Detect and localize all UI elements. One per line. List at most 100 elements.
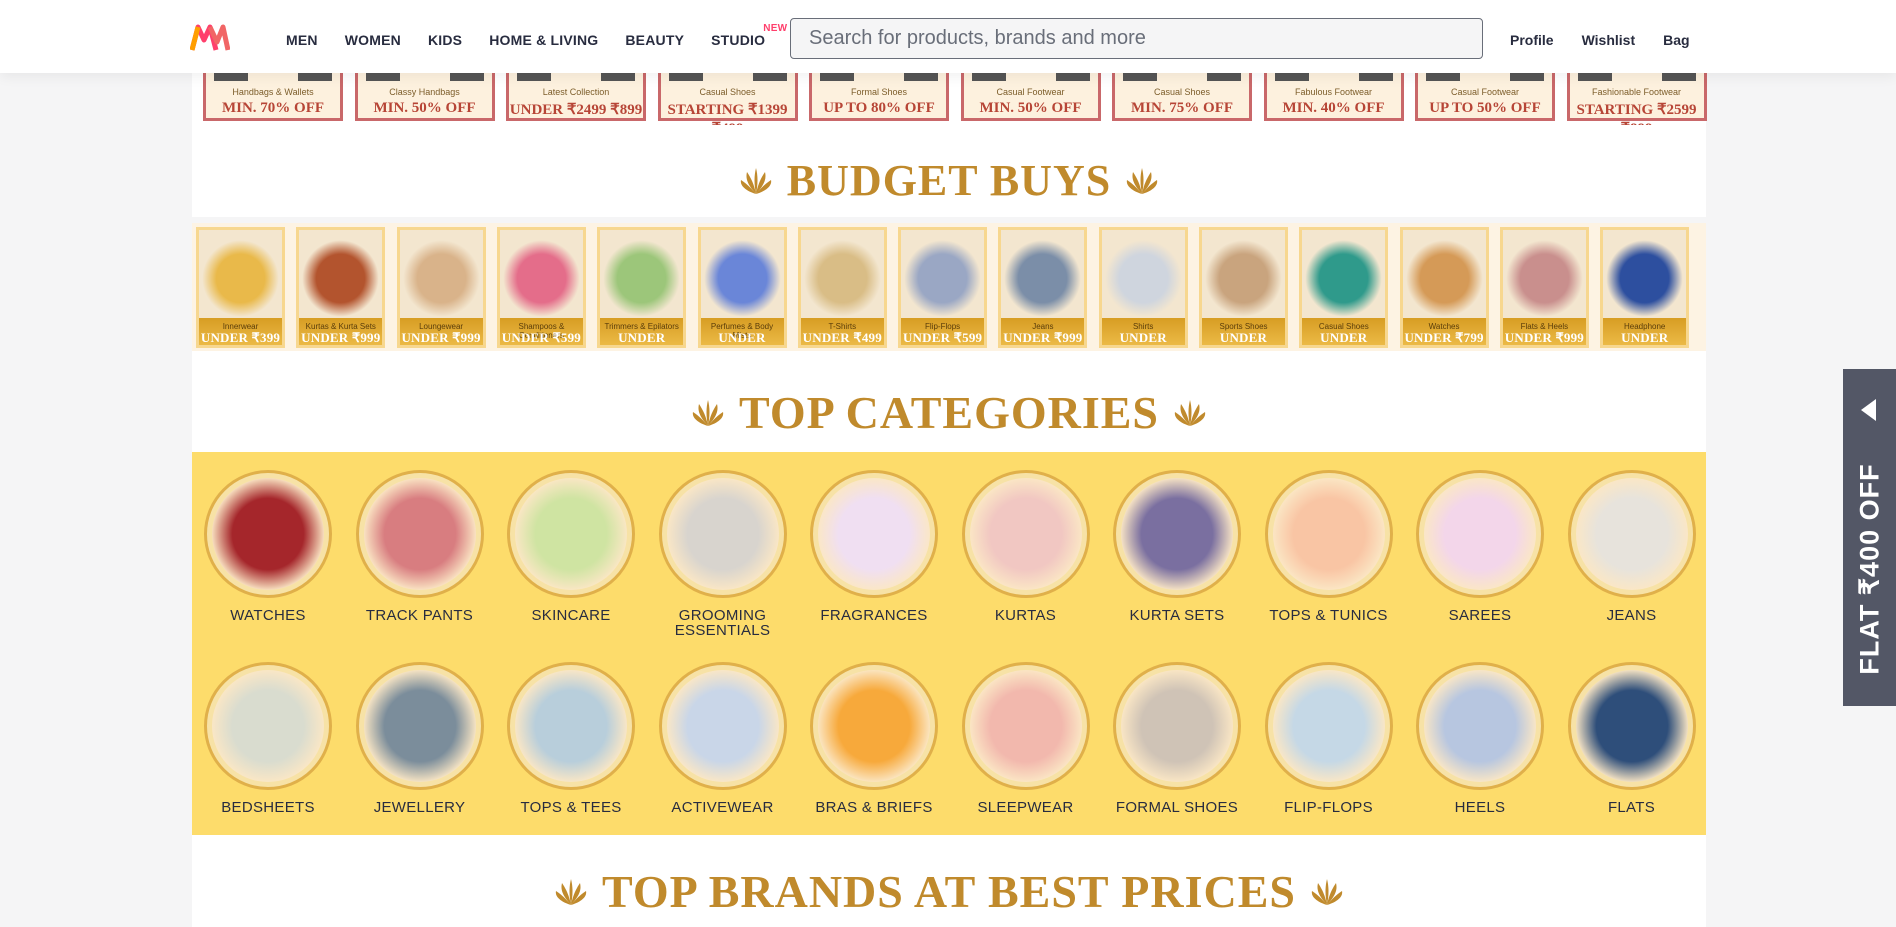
budget-buy-tile[interactable]: Shampoos & Conditioners UNDER ₹599 — [496, 227, 586, 348]
offer-card[interactable]: Handbags & Wallets MIN. 70% OFF — [203, 73, 343, 121]
category-tile[interactable]: FLATS — [1567, 662, 1697, 815]
category-tile[interactable]: TOPS & TUNICS — [1264, 470, 1394, 623]
category-tile[interactable]: SLEEPWEAR — [961, 662, 1091, 815]
category-tile[interactable]: KURTA SETS — [1112, 470, 1242, 623]
offer-caption: Fabulous Footwear — [1294, 87, 1373, 97]
category-tile[interactable]: TRACK PANTS — [355, 470, 485, 623]
category-image — [1121, 478, 1233, 590]
budget-buy-tile[interactable]: Perfumes & Body MistsUNDER ₹1999 — [697, 227, 787, 348]
offer-deal: MIN. 75% OFF — [1130, 100, 1234, 116]
nav-kids[interactable]: KIDS — [428, 32, 462, 48]
offer-deal: MIN. 50% OFF — [979, 100, 1082, 116]
nav-women[interactable]: WOMEN — [345, 32, 401, 48]
budget-buy-tile[interactable]: Flip-Flops UNDER ₹599 — [898, 227, 988, 348]
offer-card[interactable]: Casual ShoesSTARTING ₹1399 ₹499 — [657, 73, 798, 137]
offer-deal: MIN. 40% OFF — [1282, 100, 1385, 116]
category-tile[interactable]: KURTAS — [961, 470, 1091, 623]
nav-home-living[interactable]: HOME & LIVING — [489, 32, 598, 48]
category-tile[interactable]: JEWELLERY — [355, 662, 485, 815]
category-tile[interactable]: SAREES — [1415, 470, 1545, 623]
offer-card[interactable]: Fabulous Footwear MIN. 40% OFF — [1263, 73, 1404, 121]
flourish-icon — [740, 167, 771, 194]
budget-buy-tile[interactable]: Casual ShoesUNDER ₹1599 — [1299, 227, 1389, 348]
search-input[interactable] — [790, 18, 1483, 59]
nav-studio[interactable]: STUDIO NEW — [711, 23, 787, 48]
category-name: JEWELLERY — [373, 799, 466, 816]
category-image — [1424, 670, 1536, 782]
wishlist-link[interactable]: Wishlist — [1582, 32, 1636, 48]
category-tile[interactable]: WATCHES — [203, 470, 333, 623]
tile-price: UNDER ₹799 — [1404, 330, 1484, 345]
category-image — [363, 478, 476, 590]
brand-logo — [820, 73, 854, 81]
offer-card[interactable]: Casual Footwear MIN. 50% OFF — [960, 73, 1101, 121]
budget-buy-tile[interactable]: Jeans UNDER ₹999 — [998, 227, 1088, 348]
category-tile[interactable]: FLIP-FLOPS — [1264, 662, 1394, 815]
category-image — [1272, 670, 1385, 782]
brand-logo — [1661, 73, 1696, 81]
top-categories-header: TOP CATEGORIES — [192, 351, 1706, 452]
budget-buy-tile[interactable]: Sports ShoesUNDER ₹2499 — [1199, 227, 1288, 348]
category-tile[interactable]: BEDSHEETS — [203, 662, 333, 815]
budget-buy-tile[interactable]: ShirtsUNDER ₹1299 — [1098, 227, 1188, 348]
category-tile[interactable]: FORMAL SHOES — [1112, 662, 1242, 815]
myntra-logo[interactable] — [190, 24, 230, 52]
offer-card[interactable]: Latest Collection UNDER ₹2499 ₹899 — [506, 73, 646, 121]
top-brands-title: TOP BRANDS AT BEST PRICES — [602, 866, 1296, 917]
budget-buy-tile[interactable]: Flats & Heels UNDER ₹999 — [1499, 227, 1589, 348]
flat-off-side-tab[interactable]: FLAT ₹400 OFF — [1843, 369, 1896, 706]
bag-link[interactable]: Bag — [1663, 32, 1689, 48]
category-image — [363, 670, 476, 782]
budget-buy-tile[interactable]: Innerwear UNDER ₹399 — [196, 227, 285, 348]
offer-deal: MIN. 70% OFF — [221, 100, 325, 116]
offer-caption: Formal Shoes — [850, 87, 908, 97]
offer-deal: UP TO 50% OFF — [1429, 100, 1541, 116]
category-tile[interactable]: SKINCARE — [506, 470, 636, 623]
budget-buy-tile[interactable]: HeadphoneUNDER ₹1199 — [1600, 227, 1690, 348]
brand-logo — [904, 73, 938, 81]
offer-card[interactable]: Fashionable FootwearSTARTING ₹2599 ₹899 — [1566, 73, 1707, 137]
category-image — [818, 478, 930, 590]
product-image — [1202, 230, 1285, 318]
nav-beauty[interactable]: BEAUTY — [625, 32, 684, 48]
tile-price: UNDER ₹399 — [200, 330, 281, 345]
header: MEN WOMEN KIDS HOME & LIVING BEAUTY STUD… — [0, 0, 1896, 73]
category-tile[interactable]: FRAGRANCES — [809, 470, 939, 623]
product-image — [700, 230, 784, 318]
offer-card[interactable]: Formal Shoes UP TO 80% OFF — [809, 73, 949, 121]
offer-card[interactable]: Casual Footwear UP TO 50% OFF — [1415, 73, 1555, 121]
budget-buy-tile[interactable]: Loungewear UNDER ₹999 — [396, 227, 486, 348]
offer-caption: Casual Shoes — [1153, 87, 1211, 97]
category-tile[interactable]: TOPS & TEES — [506, 662, 636, 815]
brand-logos — [971, 73, 1090, 83]
category-name: FORMAL SHOES — [1115, 799, 1239, 816]
offer-card[interactable]: Classy Handbags MIN. 50% OFF — [354, 73, 495, 121]
budget-buy-tile[interactable]: Watches UNDER ₹799 — [1399, 227, 1489, 348]
product-image — [800, 230, 884, 318]
category-name: FRAGRANCES — [820, 607, 928, 624]
header-actions: Profile Wishlist Bag — [1500, 32, 1708, 48]
offer-caption: Casual Footwear — [1450, 87, 1520, 97]
brand-logo — [1123, 73, 1157, 81]
brand-logos — [1274, 73, 1393, 83]
offer-card[interactable]: Casual Shoes MIN. 75% OFF — [1112, 73, 1252, 121]
category-tile[interactable]: JEANS — [1567, 470, 1697, 623]
category-tile[interactable]: HEELS — [1415, 662, 1545, 815]
flourish-icon — [1311, 878, 1343, 905]
category-tile[interactable]: BRAS & BRIEFS — [809, 662, 939, 815]
category-image — [666, 670, 779, 782]
tile-price: UNDER ₹1299 — [1119, 330, 1167, 345]
category-tile[interactable]: ACTIVEWEAR — [658, 662, 788, 815]
nav-men[interactable]: MEN — [286, 32, 318, 48]
product-image — [299, 230, 383, 318]
budget-buy-tile[interactable]: Trimmers & EpilatorsUNDER ₹2999 — [597, 227, 687, 348]
profile-link[interactable]: Profile — [1510, 32, 1554, 48]
category-name: TRACK PANTS — [365, 607, 474, 624]
category-tile[interactable]: GROOMING ESSENTIALS — [658, 470, 788, 638]
product-image — [1502, 230, 1586, 318]
top-brands-title-wrap: TOP BRANDS AT BEST PRICES — [192, 865, 1706, 918]
product-image — [1402, 230, 1486, 318]
budget-buy-tile[interactable]: T-Shirts UNDER ₹499 — [797, 227, 887, 348]
product-image — [901, 230, 985, 318]
budget-buy-tile[interactable]: Kurtas & Kurta Sets UNDER ₹999 — [296, 227, 386, 348]
